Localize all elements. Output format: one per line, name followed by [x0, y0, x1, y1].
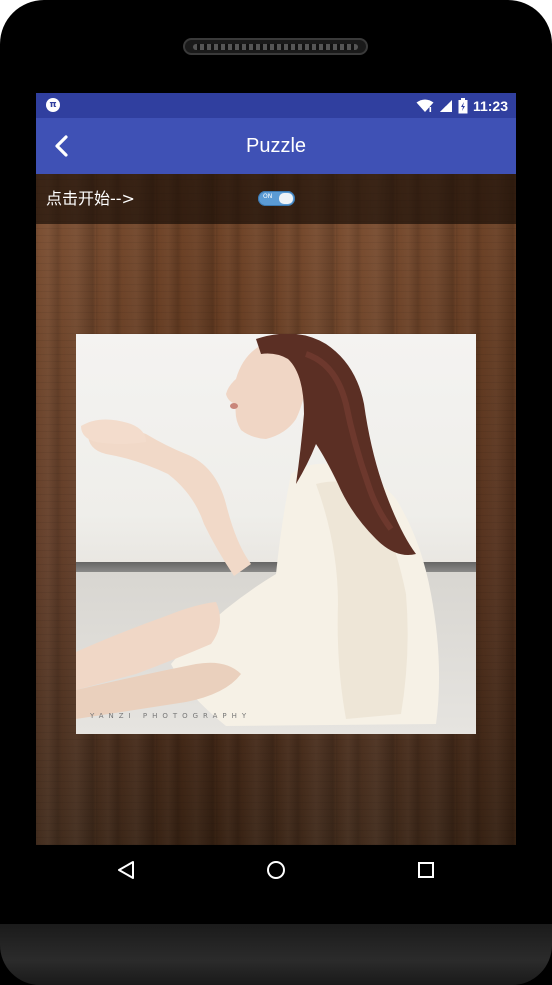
control-strip: 点击开始--> ON: [36, 174, 516, 224]
navigation-bar: [36, 845, 516, 895]
battery-icon: [458, 98, 468, 114]
nav-back-button[interactable]: [115, 859, 137, 881]
status-icons: 11:23: [416, 96, 508, 116]
photo-watermark: YANZI PHOTOGRAPHY: [90, 712, 252, 720]
app-bar: Puzzle: [36, 118, 516, 174]
status-bar: π 11:23: [36, 93, 516, 118]
recents-square-icon: [418, 862, 434, 878]
phone-frame: π 11:23 Puzzle 点击开始--> ON YANZI PHOTOGRA…: [0, 0, 552, 985]
speaker-grille: [183, 38, 368, 55]
back-triangle-icon: [118, 861, 134, 879]
girl-figure: [76, 334, 440, 726]
toggle-knob: [279, 193, 293, 204]
start-toggle[interactable]: ON: [258, 191, 295, 206]
home-circle-icon: [267, 861, 285, 879]
phone-chin: [0, 924, 552, 985]
wifi-icon: [416, 99, 434, 112]
nav-recents-button[interactable]: [415, 859, 437, 881]
nav-home-button[interactable]: [265, 859, 287, 881]
puzzle-image[interactable]: YANZI PHOTOGRAPHY: [76, 334, 476, 734]
toggle-label: ON: [263, 193, 273, 200]
status-time: 11:23: [472, 98, 508, 114]
start-label: 点击开始-->: [46, 189, 135, 208]
notification-app-icon: π: [46, 98, 60, 112]
page-title: Puzzle: [245, 135, 307, 157]
screen: π 11:23 Puzzle 点击开始--> ON YANZI PHOTOGRA…: [36, 93, 516, 845]
signal-icon: [439, 100, 452, 112]
